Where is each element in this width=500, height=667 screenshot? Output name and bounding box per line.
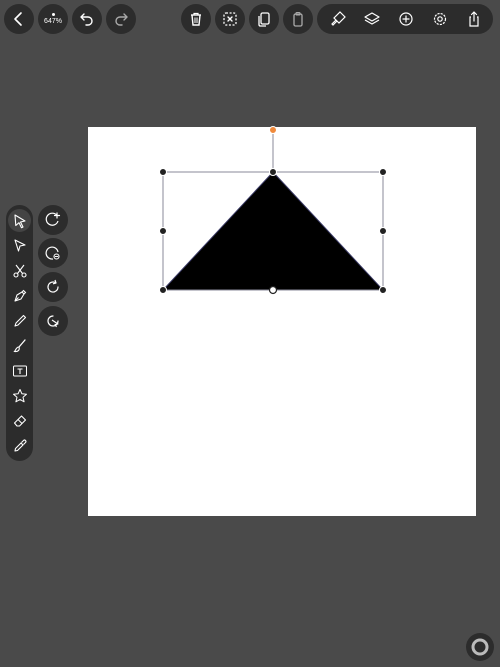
tool-text[interactable] — [8, 359, 31, 382]
pencil-icon — [13, 314, 26, 327]
layers-icon — [364, 12, 380, 25]
clipboard-icon — [293, 11, 303, 27]
rotate-icon — [47, 279, 59, 293]
tool-pen[interactable] — [8, 284, 31, 307]
color-picker-button[interactable] — [466, 633, 494, 661]
handle-middle-right[interactable] — [379, 227, 387, 235]
share-button[interactable] — [465, 10, 483, 28]
deselect-button[interactable] — [215, 4, 245, 34]
tool-selection[interactable] — [8, 209, 31, 232]
add-node-icon — [45, 212, 61, 226]
eraser-icon — [13, 414, 26, 427]
pen-tool-icon — [13, 289, 26, 302]
handle-bottom-left[interactable] — [159, 286, 167, 294]
delete-button[interactable] — [181, 4, 211, 34]
share-icon — [469, 11, 479, 27]
convert-node-button[interactable] — [38, 306, 68, 336]
style-brush-icon — [331, 11, 346, 26]
rotate-button[interactable] — [38, 272, 68, 302]
tool-eraser[interactable] — [8, 409, 31, 432]
convert-node-icon — [47, 315, 59, 328]
zoom-dot-icon — [51, 13, 55, 16]
undo-button[interactable] — [72, 4, 102, 34]
add-button[interactable] — [397, 10, 415, 28]
redo-icon — [115, 13, 128, 26]
style-button[interactable] — [329, 10, 347, 28]
text-tool-icon — [12, 365, 27, 376]
tool-brush[interactable] — [8, 334, 31, 357]
duplicate-button[interactable] — [249, 4, 279, 34]
right-tools-pill — [317, 4, 493, 34]
rotation-handle[interactable] — [269, 126, 277, 134]
redo-button[interactable] — [106, 4, 136, 34]
add-icon — [399, 12, 413, 26]
handle-top-right[interactable] — [379, 168, 387, 176]
undo-icon — [80, 13, 93, 26]
add-node-button[interactable] — [38, 205, 68, 235]
trash-icon — [191, 12, 201, 26]
handle-top-center[interactable] — [269, 168, 277, 176]
remove-node-button[interactable] — [38, 238, 68, 268]
handle-bottom-right[interactable] — [379, 286, 387, 294]
settings-icon — [433, 12, 447, 26]
tool-direct-selection[interactable] — [8, 234, 31, 257]
back-button[interactable] — [4, 4, 34, 34]
left-toolbar — [6, 205, 33, 461]
zoom-label: 647% — [44, 18, 62, 25]
settings-button[interactable] — [431, 10, 449, 28]
back-icon — [14, 12, 22, 26]
handle-bottom-center[interactable] — [268, 285, 278, 295]
direct-selection-icon — [13, 238, 26, 252]
handle-top-left[interactable] — [159, 168, 167, 176]
layers-button[interactable] — [363, 10, 381, 28]
star-shape-icon — [12, 388, 27, 402]
tool-pencil[interactable] — [8, 309, 31, 332]
duplicate-icon — [258, 12, 270, 27]
remove-node-icon — [45, 246, 60, 260]
tool-eyedropper[interactable] — [8, 434, 31, 457]
color-ring-icon — [471, 638, 489, 656]
tool-shape[interactable] — [8, 384, 31, 407]
eyedropper-icon — [13, 439, 26, 452]
scissors-icon — [12, 264, 27, 278]
tool-scissors[interactable] — [8, 259, 31, 282]
paste-button[interactable] — [283, 4, 313, 34]
selection-arrow-icon — [13, 213, 26, 228]
brush-icon — [12, 338, 26, 352]
deselect-icon — [223, 12, 237, 26]
zoom-indicator[interactable]: 647% — [38, 4, 68, 34]
handle-middle-left[interactable] — [159, 227, 167, 235]
